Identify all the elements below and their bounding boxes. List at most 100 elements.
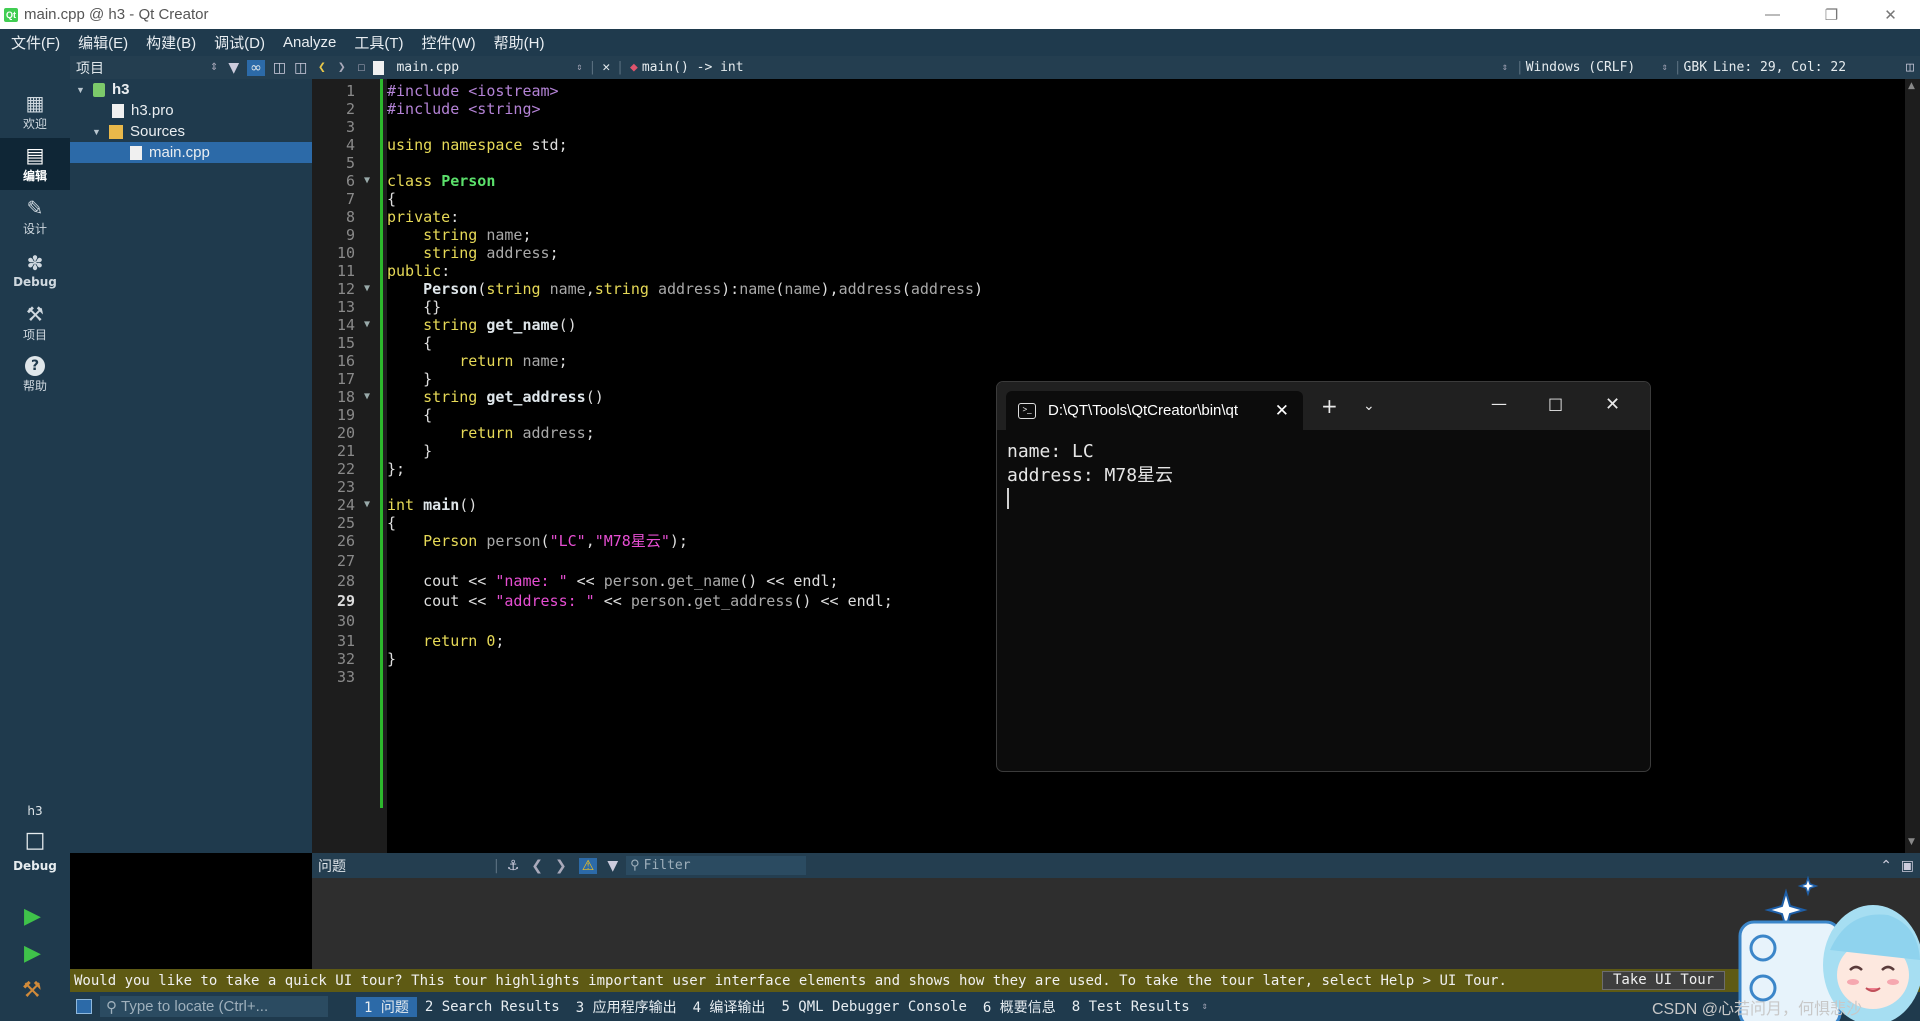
output-tab-test-results[interactable]: 8 Test Results (1064, 999, 1198, 1015)
close-button[interactable]: ✕ (1861, 0, 1920, 29)
minimize-button[interactable]: — (1743, 0, 1802, 29)
project-tree: ▼ h3 h3.pro ▼ Sources main.cpp (70, 79, 312, 853)
menu-build[interactable]: 构建(B) (135, 32, 203, 53)
code-line: } (387, 650, 397, 668)
tree-item-pro-file[interactable]: h3.pro (70, 100, 312, 121)
new-tab-icon[interactable]: + (1321, 394, 1338, 418)
output-tab-issues[interactable]: 1 问题 (356, 996, 417, 1017)
terminal-tab[interactable]: >_ D:\QT\Tools\QtCreator\bin\qt ✕ (1006, 391, 1303, 430)
menu-debug[interactable]: 调试(D) (203, 32, 272, 53)
kit-selector[interactable]: □ Debug (0, 828, 70, 884)
code-line: cout << "name: " << person.get_name() <<… (423, 572, 839, 590)
mode-design[interactable]: ✎ 设计 (0, 191, 70, 243)
project-view-select[interactable]: 项目 (76, 58, 210, 78)
status-bar: ⚲ Type to locate (Ctrl+... 1 问题 2 Search… (70, 992, 1920, 1021)
code-line: }; (387, 460, 406, 478)
expand-arrow-icon[interactable]: ▼ (76, 85, 86, 95)
output-tab-search-results[interactable]: 2 Search Results (417, 999, 568, 1015)
kit-project-label: h3 (27, 804, 43, 818)
terminal-output[interactable]: name: LC address: M78星云 (1007, 440, 1173, 488)
next-arrow-icon[interactable]: ❯ (555, 858, 567, 874)
close-window-icon[interactable]: ✕ (1605, 394, 1620, 415)
fold-marker-icon[interactable]: ▼ (364, 278, 370, 300)
output-tab-compile-output[interactable]: 4 编译输出 (685, 997, 774, 1017)
title-bar: Qt main.cpp @ h3 - Qt Creator — ❐ ✕ (0, 0, 1920, 29)
close-tab-icon[interactable]: ✕ (1275, 401, 1289, 421)
tree-item-sources[interactable]: ▼ Sources (70, 121, 312, 142)
mode-selector: ▦ 欢迎 ▤ 编辑 ✎ 设计 ✽ Debug ⚒ 项目 ? 帮助 h3 □ De… (0, 56, 70, 1021)
fold-marker-icon[interactable]: ▼ (364, 170, 370, 192)
code-line: cout << "address: " << person.get_addres… (423, 592, 893, 610)
terminal-window: >_ D:\QT\Tools\QtCreator\bin\qt ✕ + ⌄ — … (996, 381, 1651, 772)
menu-widgets[interactable]: 控件(W) (411, 32, 483, 53)
close-pane-icon[interactable]: ◫ (294, 60, 307, 76)
open-document-select[interactable]: main.cpp (396, 60, 576, 75)
link-editor-icon[interactable]: ∞ (247, 59, 265, 76)
encoding-label[interactable]: GBK (1684, 60, 1707, 75)
forward-arrow-icon[interactable]: ❯ (338, 60, 346, 75)
line-ending-select[interactable]: Windows (CRLF) (1526, 60, 1662, 75)
locator-input[interactable]: ⚲ Type to locate (Ctrl+... (100, 996, 328, 1017)
select-arrows-icon[interactable]: ⇕ (1202, 1001, 1208, 1012)
line-number: 28 (336, 572, 355, 590)
fold-marker-icon[interactable]: ▼ (364, 386, 370, 408)
prev-arrow-icon[interactable]: ❮ (531, 858, 543, 874)
cursor-position[interactable]: Line: 29, Col: 22 (1713, 60, 1846, 75)
issues-list[interactable] (312, 878, 1920, 969)
scroll-up-icon[interactable]: ▲ (1908, 81, 1915, 91)
warning-icon[interactable]: ⚠ (578, 857, 598, 874)
run-icon[interactable]: ▶ (24, 904, 41, 929)
search-icon: ⚲ (106, 998, 117, 1016)
terminal-tab-title: D:\QT\Tools\QtCreator\bin\qt (1048, 402, 1239, 419)
clean-icon[interactable]: ⚓ (507, 858, 520, 874)
output-tab-application-output[interactable]: 3 应用程序输出 (568, 997, 685, 1017)
debug-run-icon[interactable]: ▶ (24, 941, 41, 966)
line-number: 30 (336, 612, 355, 630)
take-ui-tour-button[interactable]: Take UI Tour (1602, 971, 1726, 990)
menu-analyze[interactable]: Analyze (272, 34, 343, 51)
ui-tour-message: Would you like to take a quick UI tour? … (74, 972, 1507, 989)
select-arrows-icon: ⇕ (1501, 62, 1508, 73)
menu-file[interactable]: 文件(F) (0, 32, 67, 53)
symbol-select[interactable]: main() -> int (642, 60, 1502, 75)
tree-item-project[interactable]: ▼ h3 (70, 79, 312, 100)
code-line: #include <string> (387, 100, 541, 118)
back-arrow-icon[interactable]: ❮ (318, 60, 326, 75)
mode-help[interactable]: ? 帮助 (0, 349, 70, 401)
chevron-down-icon[interactable]: ⌄ (1363, 398, 1375, 414)
mode-edit[interactable]: ▤ 编辑 (0, 138, 70, 190)
terminal-line: name: LC (1007, 441, 1094, 462)
filter-icon[interactable]: ▼ (228, 60, 239, 76)
editor-scrollbar[interactable]: ▲ ▼ (1905, 79, 1920, 853)
terminal-icon: >_ (1018, 402, 1036, 419)
split-icon[interactable]: ◫ (273, 60, 286, 76)
mode-welcome[interactable]: ▦ 欢迎 (0, 86, 70, 138)
line-number: 26 (336, 532, 355, 550)
maximize-icon[interactable]: □ (1548, 394, 1563, 413)
fold-marker-icon[interactable]: ▼ (364, 314, 370, 336)
filter-icon[interactable]: ▼ (607, 858, 618, 874)
split-editor-icon[interactable]: ◫ (1906, 60, 1914, 75)
menu-edit[interactable]: 编辑(E) (67, 32, 135, 53)
mode-projects[interactable]: ⚒ 项目 (0, 297, 70, 349)
menu-help[interactable]: 帮助(H) (483, 32, 552, 53)
restore-button[interactable]: ❐ (1802, 0, 1861, 29)
symbol-icon: ◆ (630, 60, 638, 75)
tree-item-main-cpp[interactable]: main.cpp (70, 142, 312, 163)
menu-tools[interactable]: 工具(T) (343, 32, 410, 53)
close-document-icon[interactable]: ✕ (602, 60, 610, 75)
build-hammer-icon[interactable]: ⚒ (22, 978, 42, 1003)
fold-marker-icon[interactable]: ▼ (364, 494, 370, 516)
output-tab-qml-debugger[interactable]: 5 QML Debugger Console (773, 999, 974, 1015)
issues-filter-input[interactable]: ⚲ Filter (626, 856, 807, 875)
code-line: Person(string name,string address):name(… (423, 280, 984, 298)
expand-arrow-icon[interactable]: ▼ (92, 127, 102, 137)
output-tab-general-messages[interactable]: 6 概要信息 (975, 997, 1064, 1017)
code-line: Person person("LC","M78星云"); (423, 532, 688, 550)
scroll-down-icon[interactable]: ▼ (1908, 837, 1915, 847)
toggle-sidebar-icon[interactable] (76, 999, 92, 1014)
code-line: class Person (387, 172, 496, 190)
mode-debug[interactable]: ✽ Debug (0, 244, 70, 296)
file-icon (112, 103, 124, 118)
minimize-icon[interactable]: — (1491, 394, 1507, 413)
